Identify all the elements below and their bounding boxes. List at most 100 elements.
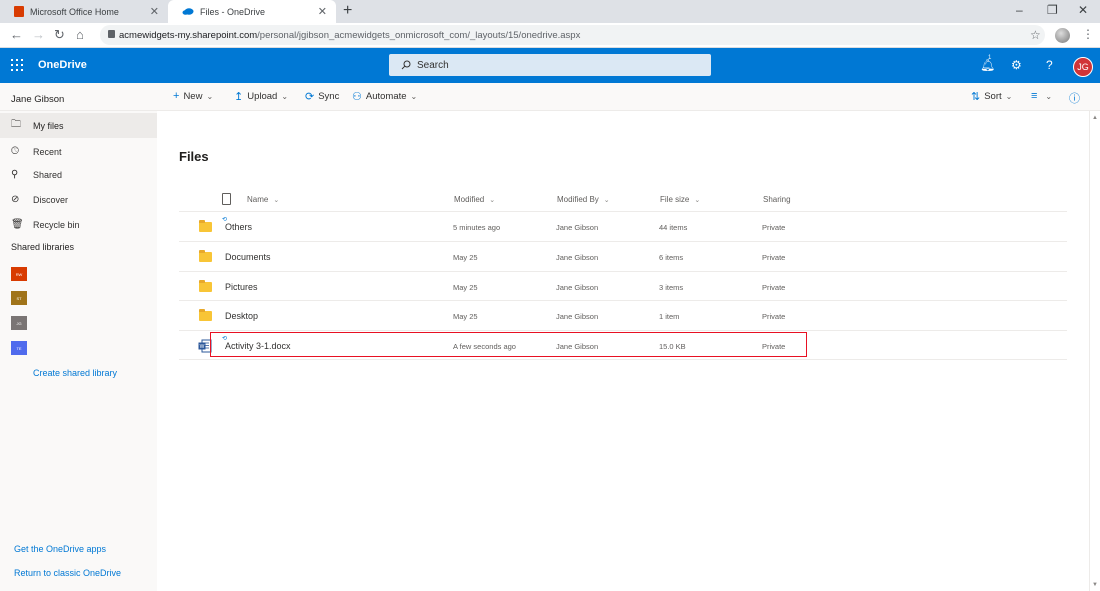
chevron-down-icon: ⌄: [489, 196, 496, 204]
command-bar: Jane Gibson + New ⌄ ↥ Upload ⌄ ⟳ Sync ⚇ …: [0, 83, 1100, 111]
file-name[interactable]: Documents: [225, 242, 271, 272]
column-header-modified[interactable]: Modified ⌄: [454, 195, 495, 204]
folder-outline-icon: 🗀: [11, 119, 21, 130]
file-name[interactable]: Pictures: [225, 272, 258, 302]
library-rw[interactable]: RW: [11, 267, 27, 281]
modified-by-cell: Jane Gibson: [556, 282, 599, 292]
nav-item-recycle-bin[interactable]: 🗑︎ Recycle bin: [0, 212, 157, 237]
browser-menu-icon[interactable]: ⋮: [1082, 27, 1094, 41]
app-name[interactable]: OneDrive: [38, 59, 87, 71]
sync-icon: ⟳: [305, 91, 315, 103]
close-tab-icon[interactable]: ✕: [318, 5, 327, 18]
reload-icon[interactable]: ↻: [54, 27, 65, 43]
folder-icon: [199, 280, 212, 292]
chevron-down-icon: ⌄: [273, 196, 280, 204]
browser-tab-strip: Microsoft Office Home ✕ Files - OneDrive…: [0, 0, 1100, 23]
table-row[interactable]: ⟲ Others 5 minutes ago Jane Gibson 44 it…: [179, 211, 1067, 241]
automate-icon: ⚇: [352, 91, 362, 103]
new-tab-button[interactable]: +: [343, 2, 352, 20]
app-launcher-icon[interactable]: [11, 59, 23, 71]
chevron-down-icon: ⌄: [1045, 91, 1053, 101]
nav-item-my-files[interactable]: 🗀 My files: [0, 113, 157, 138]
scroll-up-arrow-icon[interactable]: ▲: [1092, 115, 1098, 121]
restore-button[interactable]: ❐: [1047, 3, 1058, 17]
automate-button[interactable]: ⚇ Automate ⌄: [352, 90, 417, 103]
svg-text:W: W: [200, 344, 205, 350]
upload-button[interactable]: ↥ Upload ⌄: [234, 90, 288, 103]
column-header-sharing[interactable]: Sharing: [763, 195, 791, 204]
search-icon: [401, 60, 411, 70]
sharing-cell: Private: [762, 282, 786, 292]
column-header-modified-by[interactable]: Modified By ⌄: [557, 195, 610, 204]
file-size-cell: 6 items: [659, 252, 684, 262]
info-pane-button[interactable]: ⓘ: [1069, 90, 1084, 106]
trash-icon: 🗑︎: [11, 219, 24, 230]
column-label: Name: [247, 195, 269, 204]
settings-gear-icon[interactable]: ⚙: [1011, 58, 1022, 72]
close-tab-icon[interactable]: ✕: [150, 5, 159, 18]
modified-cell: May 25: [453, 282, 478, 292]
return-to-classic-link[interactable]: Return to classic OneDrive: [14, 568, 121, 578]
nav-label: Shared: [33, 169, 63, 180]
tab-office-home[interactable]: Microsoft Office Home ✕: [0, 0, 168, 23]
nav-label: Recent: [33, 146, 62, 157]
new-label: New: [183, 90, 203, 102]
clock-icon: 🕓︎: [11, 146, 19, 157]
nav-label: My files: [33, 120, 64, 131]
nav-item-discover[interactable]: ⊘ Discover: [0, 187, 157, 212]
sort-button[interactable]: ⇅ Sort ⌄: [971, 90, 1012, 103]
lock-icon: [108, 30, 115, 38]
column-header-file-size[interactable]: File size ⌄: [660, 195, 700, 204]
sharing-cell: Private: [762, 311, 786, 321]
sync-button[interactable]: ⟳ Sync: [305, 90, 339, 103]
column-header-name[interactable]: Name ⌄: [247, 195, 279, 204]
file-type-header-icon[interactable]: [222, 193, 231, 205]
tab-onedrive-files[interactable]: Files - OneDrive ✕: [168, 0, 336, 23]
table-row[interactable]: Pictures May 25 Jane Gibson 3 items Priv…: [179, 271, 1067, 301]
scroll-down-arrow-icon[interactable]: ▼: [1092, 582, 1098, 588]
address-bar-row: ← → ↻ ⌂ acmewidgets-my.sharepoint.com/pe…: [0, 23, 1100, 48]
user-avatar[interactable]: JG: [1073, 57, 1093, 77]
chevron-down-icon: ⌄: [410, 92, 418, 101]
create-shared-library-link[interactable]: Create shared library: [33, 368, 117, 378]
minimize-button[interactable]: –: [1016, 3, 1023, 17]
search-placeholder: Search: [417, 59, 449, 71]
new-button[interactable]: + New ⌄: [173, 90, 213, 102]
annotation-highlight-box: [210, 332, 807, 357]
search-box[interactable]: Search: [389, 54, 711, 76]
column-label: Modified By: [557, 195, 599, 204]
table-row[interactable]: Desktop May 25 Jane Gibson 1 item Privat…: [179, 300, 1067, 330]
upload-arrow-icon: ↥: [234, 91, 244, 103]
nav-item-shared[interactable]: ⚲ Shared: [0, 162, 157, 187]
file-name[interactable]: Others: [225, 212, 252, 242]
back-arrow-icon[interactable]: ←: [10, 27, 23, 42]
library-st[interactable]: ST: [11, 291, 27, 305]
home-icon[interactable]: ⌂: [76, 27, 84, 42]
help-icon[interactable]: ?: [1046, 58, 1053, 72]
bookmark-star-icon[interactable]: ☆: [1030, 28, 1041, 42]
left-navigation: 🗀 My files 🕓︎ Recent ⚲ Shared ⊘ Discover…: [0, 111, 157, 591]
folder-icon: [199, 220, 212, 232]
table-row[interactable]: Documents May 25 Jane Gibson 6 items Pri…: [179, 241, 1067, 271]
notification-count: 1: [988, 55, 992, 61]
profile-avatar[interactable]: [1055, 28, 1070, 43]
file-size-cell: 44 items: [659, 222, 688, 232]
url-field[interactable]: acmewidgets-my.sharepoint.com/personal/j…: [100, 25, 1045, 45]
page-title: Files: [179, 149, 209, 164]
modified-cell: May 25: [453, 252, 478, 262]
forward-arrow-icon[interactable]: →: [32, 27, 45, 42]
url-host: acmewidgets-my.sharepoint.com: [119, 29, 258, 41]
library-jg[interactable]: JG: [11, 316, 27, 330]
library-te[interactable]: TE: [11, 341, 27, 355]
sort-label: Sort: [984, 91, 1002, 102]
get-onedrive-apps-link[interactable]: Get the OneDrive apps: [14, 544, 106, 554]
view-options-button[interactable]: ≡ ⌄: [1031, 90, 1052, 102]
close-window-button[interactable]: ✕: [1078, 3, 1088, 17]
nav-item-recent[interactable]: 🕓︎ Recent: [0, 139, 157, 164]
vertical-scrollbar[interactable]: ▲ ▼: [1089, 111, 1100, 591]
file-name[interactable]: Desktop: [225, 301, 258, 331]
modified-by-cell: Jane Gibson: [556, 222, 599, 232]
column-label: Modified: [454, 195, 485, 204]
nav-label: Recycle bin: [33, 219, 80, 230]
suite-header: OneDrive Search 🔔︎ 1 ⚙ ? JG: [0, 48, 1100, 83]
